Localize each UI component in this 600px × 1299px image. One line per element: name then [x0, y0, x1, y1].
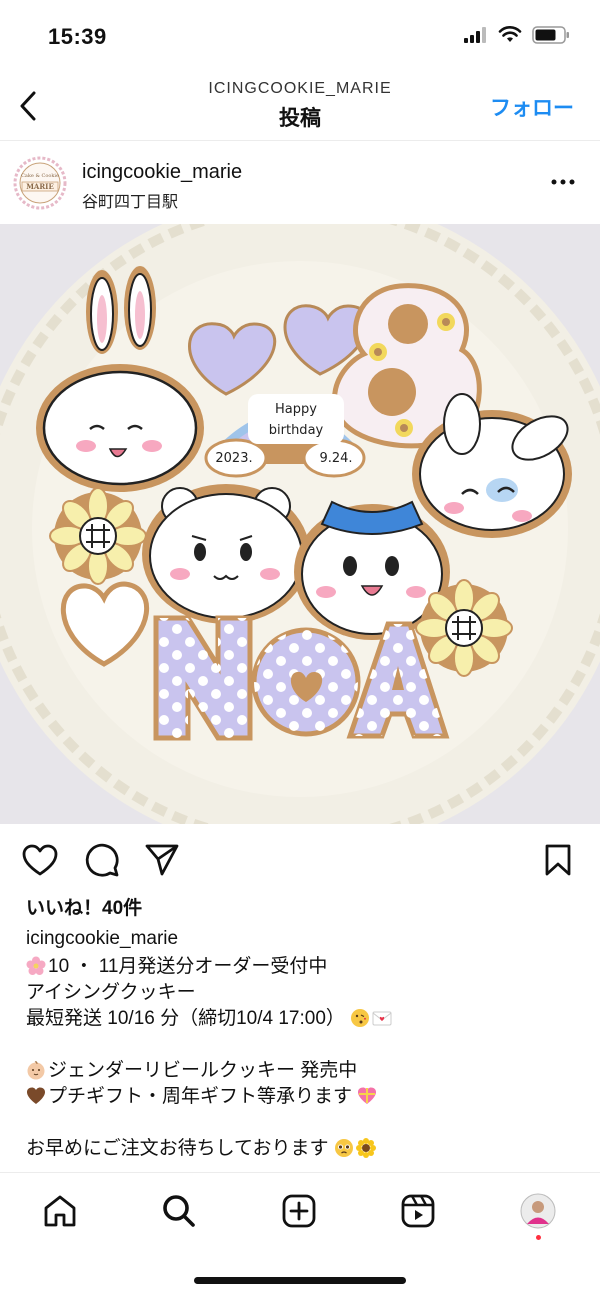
heart-icon [22, 844, 58, 876]
signal-icon [464, 27, 486, 43]
caption-text-2: 最短発送 10/16 分（締切10/4 17:00） [26, 1008, 345, 1029]
cookie-plate-photo: Happy birthday 2023. 9.24. [0, 224, 600, 824]
caption-area: いいね！40件 icingcookie_marie 10 ・ 11月発送分オーダ… [26, 896, 586, 1162]
comment-button[interactable] [82, 840, 122, 880]
caption-text-5: プチギフト・周年ギフト等承ります [48, 1086, 353, 1107]
baby-face-icon [27, 1061, 45, 1080]
notification-dot [536, 1235, 541, 1240]
post-actions [0, 840, 600, 884]
caption-text-1: アイシングクッキー [26, 982, 196, 1003]
caption-line: ジェンダーリビールクッキー 発売中 [26, 1058, 586, 1084]
cherry-blossom-icon [26, 956, 46, 975]
caption-text-4: ジェンダーリビールクッキー 発売中 [48, 1060, 358, 1081]
tab-search[interactable] [157, 1189, 201, 1233]
date-left: 2023. [215, 451, 252, 466]
nav-header: ICINGCOOKIE_MARIE 投稿 フォロー [0, 72, 600, 140]
more-dots-icon [551, 179, 575, 185]
logo-tagline: Cake & Cookie [21, 173, 59, 179]
tab-profile[interactable] [516, 1189, 560, 1233]
like-count[interactable]: いいね！40件 [26, 896, 586, 922]
kiss-face-icon [351, 1009, 370, 1027]
gift-heart-icon [358, 1087, 377, 1104]
like-button[interactable] [20, 840, 60, 880]
brown-heart-icon [27, 1087, 45, 1104]
caption-line: アイシングクッキー [26, 980, 586, 1006]
tab-home[interactable] [38, 1189, 82, 1233]
comment-icon [85, 843, 119, 877]
search-icon [163, 1195, 195, 1227]
brand-logo-icon: Cake & Cookie MARIE [12, 155, 68, 211]
reels-icon [401, 1194, 435, 1228]
follow-button[interactable]: フォロー [490, 92, 574, 122]
bear-cookie [142, 484, 310, 624]
more-options-button[interactable] [548, 167, 578, 197]
post-image[interactable]: Happy birthday 2023. 9.24. [0, 224, 600, 824]
bottom-tab-bar [0, 1172, 600, 1253]
bookmark-button[interactable] [538, 840, 578, 880]
caption-line: お早めにご注文お待ちしております [26, 1136, 586, 1162]
share-button[interactable] [142, 840, 182, 880]
caption-line: 10 ・ 11月発送分オーダー受付中 [26, 954, 586, 980]
post-header: Cake & Cookie MARIE icingcookie_marie 谷町… [0, 140, 600, 225]
wifi-icon [498, 26, 522, 42]
date-right: 9.24. [319, 451, 352, 466]
share-icon [145, 844, 179, 876]
sunflower-icon [355, 1138, 376, 1158]
sunflower-cookie-left [49, 487, 147, 585]
caption-username[interactable]: icingcookie_marie [26, 926, 586, 952]
love-letter-icon [372, 1011, 392, 1026]
cake-text-line2: birthday [269, 423, 324, 438]
home-icon [44, 1195, 76, 1227]
avatar[interactable]: Cake & Cookie MARIE [12, 155, 68, 211]
post-location[interactable]: 谷町四丁目駅 [82, 188, 178, 212]
status-time: 15:39 [48, 24, 107, 49]
create-icon [282, 1194, 316, 1228]
home-indicator[interactable] [194, 1277, 406, 1284]
bookmark-icon [545, 844, 571, 876]
battery-icon [532, 26, 569, 44]
caption-text-7: お早めにご注文お待ちしております [26, 1138, 329, 1159]
logo-name: MARIE [26, 182, 54, 191]
tab-create[interactable] [277, 1189, 321, 1233]
profile-avatar [520, 1193, 556, 1229]
caption-line: プチギフト・周年ギフト等承ります [26, 1084, 586, 1110]
tab-reels[interactable] [396, 1189, 440, 1233]
status-icons [464, 26, 570, 44]
status-bar: 15:39 [0, 0, 600, 72]
caption-text-0: 10 ・ 11月発送分オーダー受付中 [48, 956, 328, 977]
cake-text-line1: Happy [275, 402, 317, 417]
pleading-face-icon [334, 1139, 353, 1157]
caption-line: 最短発送 10/16 分（締切10/4 17:00） [26, 1006, 586, 1032]
post-username[interactable]: icingcookie_marie [82, 161, 242, 184]
sunflower-cookie-right [415, 579, 513, 677]
